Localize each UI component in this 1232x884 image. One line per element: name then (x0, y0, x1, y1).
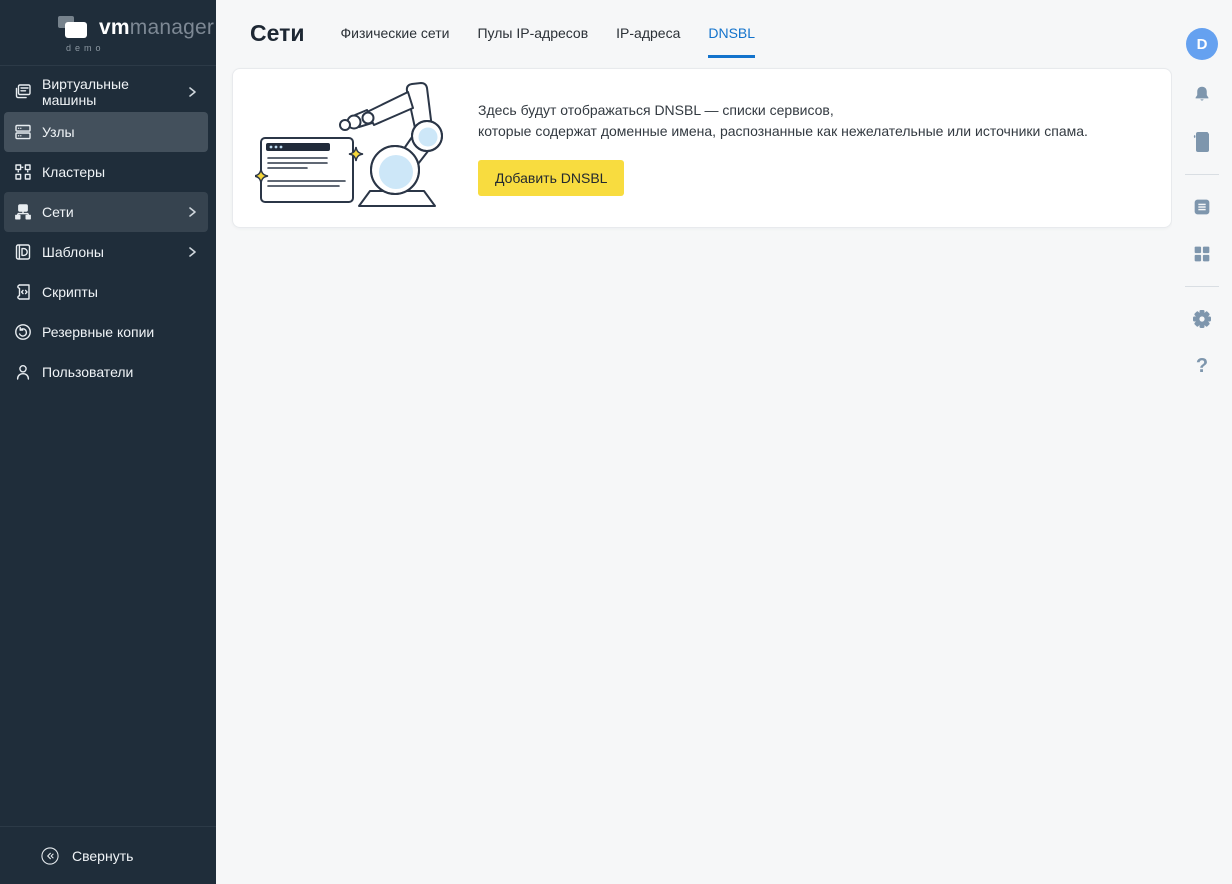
templates-icon (13, 242, 33, 262)
documentation-icon[interactable] (1190, 195, 1214, 219)
sidebar-item-label: Пользователи (42, 364, 134, 380)
sidebar-item-clusters[interactable]: Кластеры (4, 152, 208, 192)
sidebar-item-label: Узлы (42, 124, 75, 140)
dnsbl-empty-state-card: Здесь будут отображаться DNSBL — списки … (232, 68, 1172, 228)
help-icon[interactable]: ? (1190, 354, 1214, 378)
bookmarks-icon[interactable] (1190, 130, 1214, 154)
sidebar-nav: Виртуальные машины Узлы Кластеры Сети Ша… (0, 66, 216, 826)
sidebar-item-label: Сети (42, 204, 74, 220)
sidebar-item-virtual-machines[interactable]: Виртуальные машины (4, 72, 208, 112)
scripts-icon (13, 282, 33, 302)
sidebar-item-label: Шаблоны (42, 244, 104, 260)
apps-grid-icon[interactable] (1190, 242, 1214, 266)
right-toolbar: D ? (1172, 0, 1232, 884)
help-question-glyph: ? (1195, 354, 1209, 377)
rail-divider (1185, 174, 1219, 175)
chevron-right-icon (186, 86, 198, 98)
backups-icon (13, 322, 33, 342)
chevron-right-icon (186, 246, 198, 258)
rail-divider (1185, 286, 1219, 287)
vmmanager-logo-icon (58, 16, 92, 40)
empty-state-text: Здесь будут отображаться DNSBL — списки … (478, 100, 1088, 196)
sidebar-item-backups[interactable]: Резервные копии (4, 312, 208, 352)
virtual-machines-icon (13, 82, 33, 102)
sidebar-item-nodes[interactable]: Узлы (4, 112, 208, 152)
users-icon (13, 362, 33, 382)
app-logo-text: vmmanager (99, 16, 215, 39)
collapse-icon (40, 846, 60, 866)
sidebar-item-label: Виртуальные машины (42, 76, 129, 108)
notifications-bell-icon[interactable] (1190, 83, 1214, 107)
page-header: Сети Физические сети Пулы IP-адресов IP-… (216, 0, 1172, 58)
sidebar-item-templates[interactable]: Шаблоны (4, 232, 208, 272)
sidebar: vmmanager demo Виртуальные машины Узлы К… (0, 0, 216, 884)
chevron-right-icon (186, 206, 198, 218)
sidebar-item-label: Резервные копии (42, 324, 155, 340)
robot-arm-illustration (253, 78, 450, 218)
settings-gear-icon[interactable] (1190, 307, 1214, 331)
tab-bar: Физические сети Пулы IP-адресов IP-адрес… (341, 18, 756, 58)
empty-state-line1: Здесь будут отображаться DNSBL — списки … (478, 102, 834, 118)
collapse-sidebar-button[interactable]: Свернуть (0, 826, 216, 884)
collapse-label: Свернуть (72, 847, 134, 864)
sidebar-item-label: Скрипты (42, 284, 98, 300)
empty-state-line2: которые содержат доменные имена, распозн… (478, 123, 1088, 139)
tab-ip-addresses[interactable]: IP-адреса (616, 25, 680, 58)
main-content: Сети Физические сети Пулы IP-адресов IP-… (216, 0, 1172, 884)
page-title: Сети (250, 20, 305, 46)
sidebar-item-users[interactable]: Пользователи (4, 352, 208, 392)
user-avatar[interactable]: D (1186, 28, 1218, 60)
nodes-icon (13, 122, 33, 142)
tab-ip-pools[interactable]: Пулы IP-адресов (477, 25, 588, 58)
sidebar-item-label: Кластеры (42, 164, 105, 180)
app-logo-subtitle: demo (66, 43, 105, 53)
app-logo: vmmanager demo (0, 0, 216, 66)
sidebar-item-scripts[interactable]: Скрипты (4, 272, 208, 312)
sidebar-item-networks[interactable]: Сети (4, 192, 208, 232)
networks-icon (13, 202, 33, 222)
add-dnsbl-button[interactable]: Добавить DNSBL (478, 160, 625, 196)
tab-physical-networks[interactable]: Физические сети (341, 25, 450, 58)
tab-dnsbl[interactable]: DNSBL (708, 25, 756, 58)
clusters-icon (13, 162, 33, 182)
